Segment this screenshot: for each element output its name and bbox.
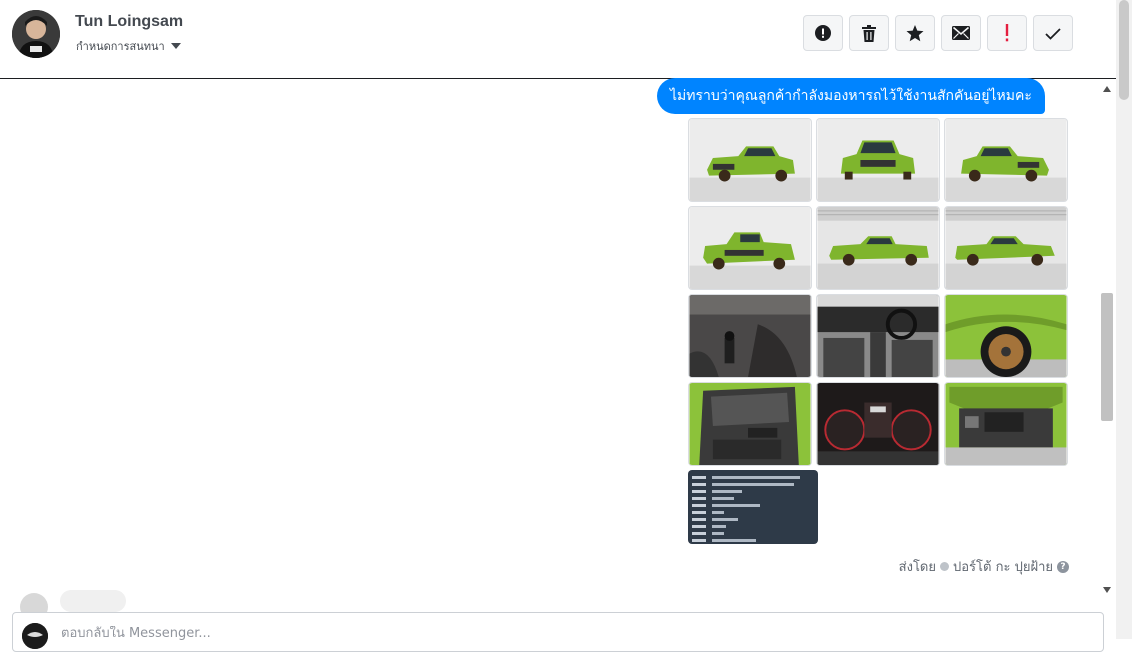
photo-thumbnail[interactable] [816,206,940,290]
envelope-icon [952,26,970,40]
assign-label: กำหนดการสนทนา [76,41,165,53]
scroll-up-icon[interactable] [1103,86,1111,92]
page-avatar [22,623,48,649]
photo-thumbnail[interactable] [816,118,940,202]
star-icon [906,24,924,41]
assign-conversation-dropdown[interactable]: กำหนดการสนทนา [76,37,181,55]
page-scrollbar-thumb[interactable] [1119,0,1129,100]
mark-spam-button[interactable] [803,15,843,51]
photo-thumbnail[interactable] [688,294,812,378]
alert-circle-icon [815,25,831,41]
delete-button[interactable] [849,15,889,51]
photo-thumbnail[interactable] [816,294,940,378]
scroll-down-icon[interactable] [1103,587,1111,593]
photo-thumbnail[interactable] [688,382,812,466]
sent-by-name[interactable]: ปอร์โต้ กะ ปุยฝ้าย [953,556,1053,577]
mark-done-button[interactable] [1033,15,1073,51]
photo-thumbnail[interactable] [944,382,1068,466]
message-bubble: ไม่ทราบว่าคุณลูกค้ากำลังมองหารถไว้ใช้งาน… [657,78,1045,114]
photo-thumbnail[interactable] [944,206,1068,290]
mark-unread-button[interactable] [941,15,981,51]
contact-name: Tun Loingsam [75,13,184,30]
photo-thumbnail[interactable] [688,206,812,290]
page-scrollbar[interactable] [1116,0,1132,639]
conversation-scrollbar[interactable] [1098,79,1116,599]
verified-icon [940,562,949,571]
sent-by-prefix: ส่งโดย [898,560,936,575]
check-icon [1045,27,1061,40]
incoming-message-bubble [60,590,126,612]
photo-thumbnail[interactable] [688,118,812,202]
reply-box [12,612,1104,652]
star-button[interactable] [895,15,935,51]
help-icon[interactable]: ? [1057,560,1069,573]
conversation-header: Tun Loingsam กำหนดการสนทนา [0,0,1116,79]
mark-important-button[interactable] [987,15,1027,51]
spec-sheet-thumbnail[interactable] [688,470,818,544]
exclamation-icon [1005,24,1009,42]
caret-down-icon [170,43,181,49]
photo-thumbnail[interactable] [944,294,1068,378]
photo-thumbnail[interactable] [816,382,940,466]
trash-icon [862,24,876,42]
conversation-toolbar [803,15,1073,51]
contact-avatar[interactable] [12,10,60,58]
conversation-scrollbar-thumb[interactable] [1101,293,1113,421]
sent-by-line: ส่งโดย ปอร์โต้ กะ ปุยฝ้าย ? [899,556,1069,577]
photo-grid [688,118,1068,466]
photo-thumbnail[interactable] [944,118,1068,202]
